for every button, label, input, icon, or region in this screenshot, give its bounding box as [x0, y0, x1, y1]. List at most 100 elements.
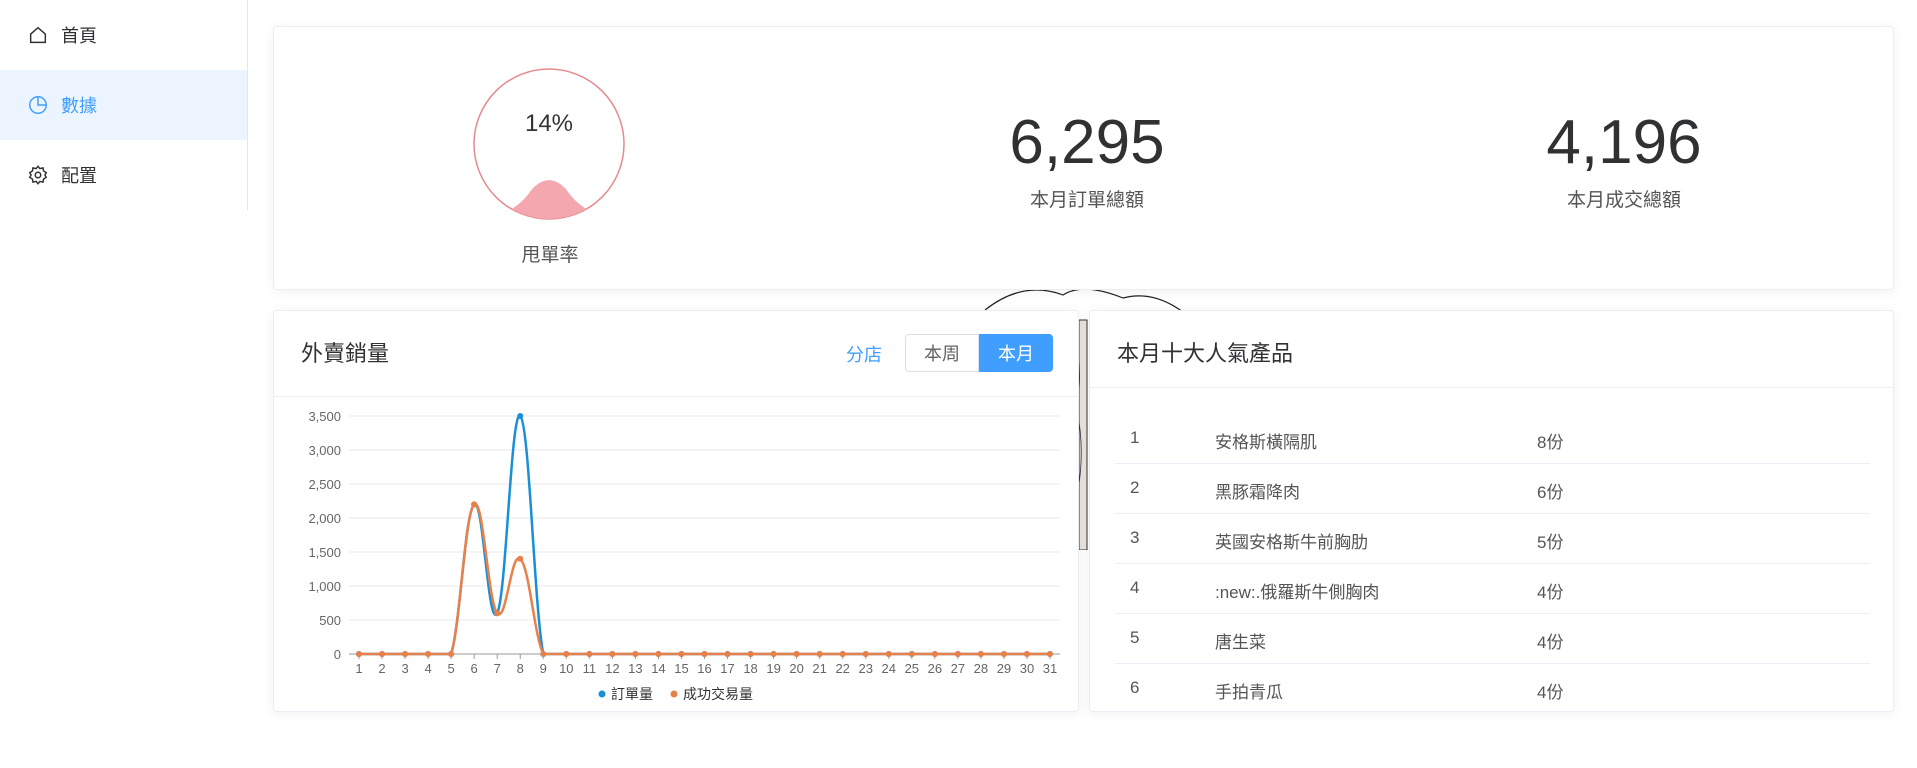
data-point — [655, 651, 662, 657]
rank-number: 2 — [1130, 478, 1140, 497]
deals-total-value: 4,196 — [1546, 108, 1702, 177]
deals-total-label: 本月成交總額 — [1566, 190, 1681, 211]
data-point — [977, 651, 984, 657]
x-tick-label: 9 — [540, 661, 547, 676]
y-tick-label: 1,000 — [308, 579, 341, 594]
data-point — [494, 610, 501, 617]
x-tick-label: 2 — [378, 661, 385, 676]
data-point — [448, 651, 455, 657]
rank-number: 5 — [1130, 628, 1140, 647]
data-point — [1023, 651, 1030, 657]
x-tick-label: 15 — [674, 661, 688, 676]
sidebar: 首頁 數據 配置 — [0, 0, 248, 210]
top-products-title: 本月十大人氣產品 — [1117, 341, 1294, 366]
data-point — [471, 501, 478, 508]
x-tick-label: 18 — [743, 661, 757, 676]
dump-rate-gauge: 14% — [473, 68, 625, 220]
y-tick-label: 3,500 — [308, 409, 341, 424]
dump-rate-value: 14% — [525, 110, 573, 137]
x-tick-label: 1 — [355, 661, 362, 676]
x-tick-label: 21 — [812, 661, 826, 676]
data-point — [839, 651, 846, 657]
x-tick-label: 25 — [905, 661, 919, 676]
sidebar-item-label: 配置 — [61, 166, 97, 186]
list-item: 6 手拍青瓜 4份 — [1115, 663, 1870, 713]
orders-total-value: 6,295 — [1009, 108, 1165, 177]
series-line-deals — [359, 503, 1050, 656]
product-name: 唐生菜 — [1215, 633, 1266, 652]
data-point — [885, 651, 892, 657]
sales-title: 外賣銷量 — [301, 341, 390, 366]
data-point — [586, 651, 593, 657]
x-tick-label: 14 — [651, 661, 665, 676]
x-tick-label: 28 — [974, 661, 988, 676]
data-point — [724, 651, 731, 657]
product-qty: 8份 — [1537, 433, 1564, 452]
x-tick-label: 5 — [448, 661, 455, 676]
x-tick-label: 17 — [720, 661, 734, 676]
sales-card: 外賣銷量 分店 本周 本月 0 500 1,000 1,500 2,000 2,500 3,… — [273, 310, 1079, 712]
gear-icon — [27, 164, 49, 186]
data-point — [540, 651, 547, 657]
x-tick-label: 27 — [951, 661, 965, 676]
product-name: 英國安格斯牛前胸肋 — [1215, 533, 1368, 552]
orders-total-label: 本月訂單總額 — [1029, 190, 1144, 211]
data-point — [954, 651, 961, 657]
x-tick-label: 19 — [766, 661, 780, 676]
x-tick-label: 7 — [494, 661, 501, 676]
data-point — [678, 651, 685, 657]
data-point — [770, 651, 777, 657]
x-tick-label: 8 — [517, 661, 524, 676]
x-tick-label: 11 — [583, 661, 597, 676]
toggle-month-button[interactable]: 本月 — [979, 334, 1053, 372]
x-tick-label: 31 — [1043, 661, 1057, 676]
product-name: 手拍青瓜 — [1215, 683, 1283, 702]
rank-number: 6 — [1130, 678, 1140, 697]
toggle-week-button[interactable]: 本周 — [905, 334, 979, 372]
card-divider — [1090, 387, 1893, 388]
x-tick-label: 12 — [605, 661, 619, 676]
dump-rate-label: 甩單率 — [521, 245, 579, 266]
x-tick-label: 4 — [424, 661, 431, 676]
product-qty: 4份 — [1537, 683, 1564, 702]
y-tick-label: 1,500 — [308, 545, 341, 560]
data-point — [862, 651, 869, 657]
product-name: 安格斯橫隔肌 — [1215, 433, 1317, 452]
x-tick-label: 3 — [401, 661, 408, 676]
top-products-card: 本月十大人氣產品 1 安格斯橫隔肌 8份 2 黑豚霜降肉 6份 3 英國安格斯牛… — [1089, 310, 1894, 712]
data-point — [632, 651, 639, 657]
data-point — [931, 651, 938, 657]
list-item: 3 英國安格斯牛前胸肋 5份 — [1115, 513, 1870, 564]
data-point — [379, 651, 386, 657]
data-point — [816, 651, 823, 657]
branch-link[interactable]: 分店 — [846, 341, 882, 367]
data-point — [1047, 651, 1053, 657]
sidebar-item-config[interactable]: 配置 — [0, 140, 247, 210]
rank-number: 3 — [1130, 528, 1140, 547]
data-point — [747, 651, 754, 657]
y-tick-label: 0 — [334, 647, 341, 662]
pie-chart-icon — [27, 94, 49, 116]
data-point — [609, 651, 616, 657]
x-tick-label: 6 — [471, 661, 478, 676]
data-point — [517, 413, 524, 419]
data-point — [563, 651, 570, 657]
list-item: 1 安格斯橫隔肌 8份 — [1115, 413, 1870, 464]
sidebar-item-home[interactable]: 首頁 — [0, 0, 247, 70]
product-qty: 4份 — [1537, 583, 1564, 602]
data-point — [793, 651, 800, 657]
sidebar-item-data[interactable]: 數據 — [0, 70, 247, 140]
y-tick-label: 3,000 — [308, 443, 341, 458]
x-tick-label: 10 — [559, 661, 573, 676]
list-item: 5 唐生菜 4份 — [1115, 613, 1870, 664]
home-icon — [27, 24, 49, 46]
product-name: 黑豚霜降肉 — [1215, 483, 1300, 502]
legend-marker — [670, 690, 678, 698]
x-tick-label: 24 — [882, 661, 896, 676]
data-point — [356, 651, 362, 657]
list-item: 2 黑豚霜降肉 6份 — [1115, 463, 1870, 514]
product-name: :new:.俄羅斯牛側胸肉 — [1215, 583, 1380, 602]
list-item: 4 :new:.俄羅斯牛側胸肉 4份 — [1115, 563, 1870, 614]
x-tick-label: 13 — [628, 661, 642, 676]
legend-label: 訂單量 — [611, 686, 653, 702]
